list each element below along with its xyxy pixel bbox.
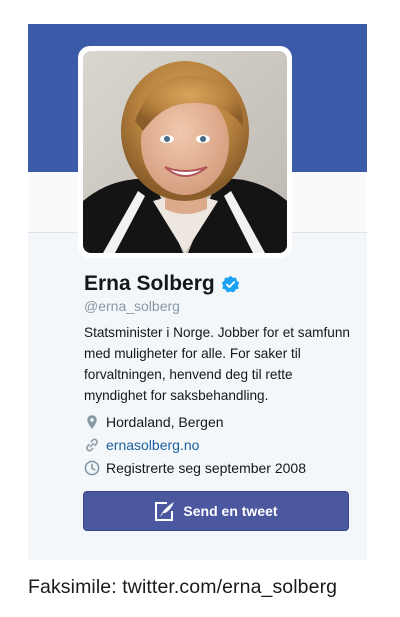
profile-location-row: Hordaland, Bergen <box>84 414 224 430</box>
link-icon <box>86 438 98 452</box>
image-caption: Faksimile: twitter.com/erna_solberg <box>28 576 338 598</box>
profile-name-row: Erna Solberg <box>84 272 240 296</box>
profile-name[interactable]: Erna Solberg <box>84 272 215 296</box>
send-tweet-button[interactable]: Send en tweet <box>83 491 349 531</box>
clock-icon <box>84 460 100 476</box>
send-tweet-label: Send en tweet <box>183 503 278 519</box>
profile-joined: Registrerte seg september 2008 <box>106 460 306 476</box>
profile-card: Erna Solberg @erna_solberg Statsminister… <box>28 24 367 560</box>
location-pin-icon <box>87 415 97 429</box>
profile-handle[interactable]: @erna_solberg <box>84 298 180 314</box>
profile-website-row: ernasolberg.no <box>84 437 199 453</box>
avatar-photo <box>83 51 287 253</box>
profile-joined-row: Registrerte seg september 2008 <box>84 460 306 476</box>
profile-bio: Statsminister i Norge. Jobber for et sam… <box>84 325 350 403</box>
verified-badge-icon <box>221 275 239 292</box>
profile-website-link[interactable]: ernasolberg.no <box>106 437 199 453</box>
compose-tweet-icon <box>155 502 175 521</box>
profile-avatar[interactable] <box>78 46 292 258</box>
profile-location: Hordaland, Bergen <box>106 414 224 430</box>
